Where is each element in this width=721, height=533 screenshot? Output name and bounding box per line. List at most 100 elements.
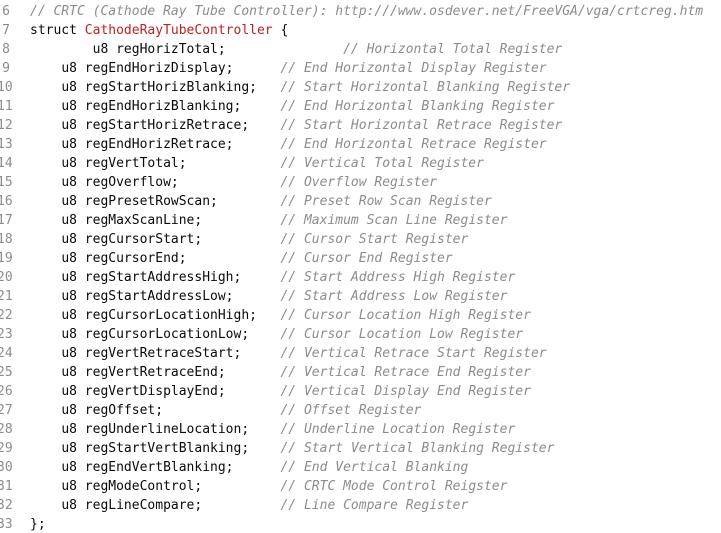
open-brace: { [280, 23, 289, 38]
line-number: 27 [0, 403, 13, 418]
line-number: 15 [0, 175, 13, 190]
line-number: 24 [0, 346, 13, 361]
field-name: regStartAddressHigh; [84, 270, 242, 285]
field-comment: // Preset Row Scan Register [280, 194, 492, 209]
line-content: u8 regCursorLocationLow; // Cursor Locat… [30, 325, 523, 344]
line-number: 11 [0, 99, 13, 114]
struct-name: CathodeRayTubeController [84, 23, 273, 38]
field-name: regEndVertBlanking; [84, 460, 234, 475]
field-comment: // Start Horizontal Retrace Register [280, 118, 563, 133]
field-comment: // Maximum Scan Line Register [280, 213, 508, 228]
field-type: u8 [61, 479, 77, 494]
field-name: regStartAddressLow; [84, 289, 234, 304]
field-type: u8 [61, 118, 77, 133]
line-content: u8 regEndHorizBlanking; // End Horizonta… [30, 97, 554, 116]
field-comment: // Vertical Retrace End Register [280, 365, 531, 380]
field-comment: // Overflow Register [280, 175, 438, 190]
field-name: regStartHorizRetrace; [84, 118, 250, 133]
field-type: u8 [61, 422, 77, 437]
field-comment: // Line Compare Register [280, 498, 469, 513]
field-name: regCursorLocationLow; [84, 327, 250, 342]
line-content: u8 regVertTotal; // Vertical Total Regis… [30, 154, 484, 173]
line-number: 30 [0, 460, 13, 475]
field-comment: // Start Address Low Register [280, 289, 508, 304]
field-name: regStartHorizBlanking; [84, 80, 257, 95]
field-type: u8 [61, 61, 77, 76]
line-content: u8 regOffset; // Offset Register [30, 401, 421, 420]
field-type: u8 [61, 289, 77, 304]
field-type: u8 [61, 346, 77, 361]
line-content: u8 regEndHorizDisplay; // End Horizontal… [30, 59, 547, 78]
line-number: 18 [0, 232, 13, 247]
field-name: regMaxScanLine; [84, 213, 203, 228]
line-number: 25 [0, 365, 13, 380]
line-content: u8 regVertRetraceEnd; // Vertical Retrac… [30, 363, 531, 382]
field-comment: // CRTC Mode Control Reigster [280, 479, 508, 494]
field-name: regVertTotal; [84, 156, 187, 171]
field-type: u8 [61, 441, 77, 456]
line-number: 23 [0, 327, 13, 342]
field-comment: // Cursor Location High Register [280, 308, 531, 323]
line-number: 19 [0, 251, 13, 266]
line-number: 17 [0, 213, 13, 228]
field-comment: // End Horizontal Retrace Register [280, 137, 547, 152]
line-number: 26 [0, 384, 13, 399]
field-type: u8 [61, 365, 77, 380]
line-number: 13 [0, 137, 13, 152]
field-type: u8 [61, 137, 77, 152]
line-content: u8 regCursorStart; // Cursor Start Regis… [30, 230, 468, 249]
line-number: 28 [0, 422, 13, 437]
line-content: u8 regVertDisplayEnd; // Vertical Displa… [30, 382, 531, 401]
field-name: regEndHorizBlanking; [84, 99, 242, 114]
line-content: u8 regMaxScanLine; // Maximum Scan Line … [30, 211, 507, 230]
field-type: u8 [61, 498, 77, 513]
field-comment: // Horizontal Total Register [343, 42, 563, 57]
line-number: 22 [0, 308, 13, 323]
field-comment: // End Horizontal Display Register [280, 61, 547, 76]
field-comment: // Offset Register [280, 403, 422, 418]
line-number: 10 [0, 80, 13, 95]
line-content: u8 regCursorLocationHigh; // Cursor Loca… [30, 306, 531, 325]
field-name: regVertDisplayEnd; [84, 384, 226, 399]
line-content: u8 regModeControl; // CRTC Mode Control … [30, 477, 507, 496]
header-comment: // CRTC (Cathode Ray Tube Controller): h… [30, 4, 704, 19]
line-content: u8 regStartAddressHigh; // Start Address… [30, 268, 515, 287]
field-name: regEndHorizRetrace; [84, 137, 234, 152]
field-comment: // Vertical Retrace Start Register [280, 346, 547, 361]
field-name: regCursorStart; [84, 232, 203, 247]
field-comment: // Start Vertical Blanking Register [280, 441, 555, 456]
field-comment: // End Horizontal Blanking Register [280, 99, 555, 114]
field-name: regLineCompare; [84, 498, 203, 513]
close-brace: }; [30, 517, 46, 532]
field-type: u8 [61, 327, 77, 342]
field-comment: // Cursor Start Register [280, 232, 469, 247]
struct-keyword: struct [30, 23, 77, 38]
line-number: 12 [0, 118, 13, 133]
line-number: 8 [2, 42, 10, 57]
field-name: regCursorLocationHigh; [84, 308, 257, 323]
field-type: u8 [61, 80, 77, 95]
field-comment: // Cursor Location Low Register [280, 327, 524, 342]
field-type: u8 [61, 156, 77, 171]
field-comment: // Start Address High Register [280, 270, 516, 285]
field-type: u8 [61, 308, 77, 323]
line-number: 14 [0, 156, 13, 171]
code-editor[interactable]: 6 // CRTC (Cathode Ray Tube Controller): … [0, 0, 721, 533]
line-content: struct CathodeRayTubeController { [30, 21, 288, 40]
line-number: 9 [2, 61, 10, 76]
line-content: u8 regStartHorizRetrace; // Start Horizo… [30, 116, 562, 135]
line-content: u8 regVertRetraceStart; // Vertical Retr… [30, 344, 547, 363]
line-content: u8 regEndVertBlanking; // End Vertical B… [30, 458, 468, 477]
line-number: 20 [0, 270, 13, 285]
field-type: u8 [61, 232, 77, 247]
field-name: regVertRetraceStart; [84, 346, 242, 361]
line-number: 7 [2, 23, 10, 38]
field-type: u8 [61, 251, 77, 266]
line-content: u8 regCursorEnd; // Cursor End Register [30, 249, 452, 268]
line-number: 16 [0, 194, 13, 209]
line-content: u8 regPresetRowScan; // Preset Row Scan … [30, 192, 492, 211]
field-type: u8 [61, 403, 77, 418]
line-number: 6 [2, 4, 10, 19]
line-number: 32 [0, 498, 13, 513]
line-number: 31 [0, 479, 13, 494]
